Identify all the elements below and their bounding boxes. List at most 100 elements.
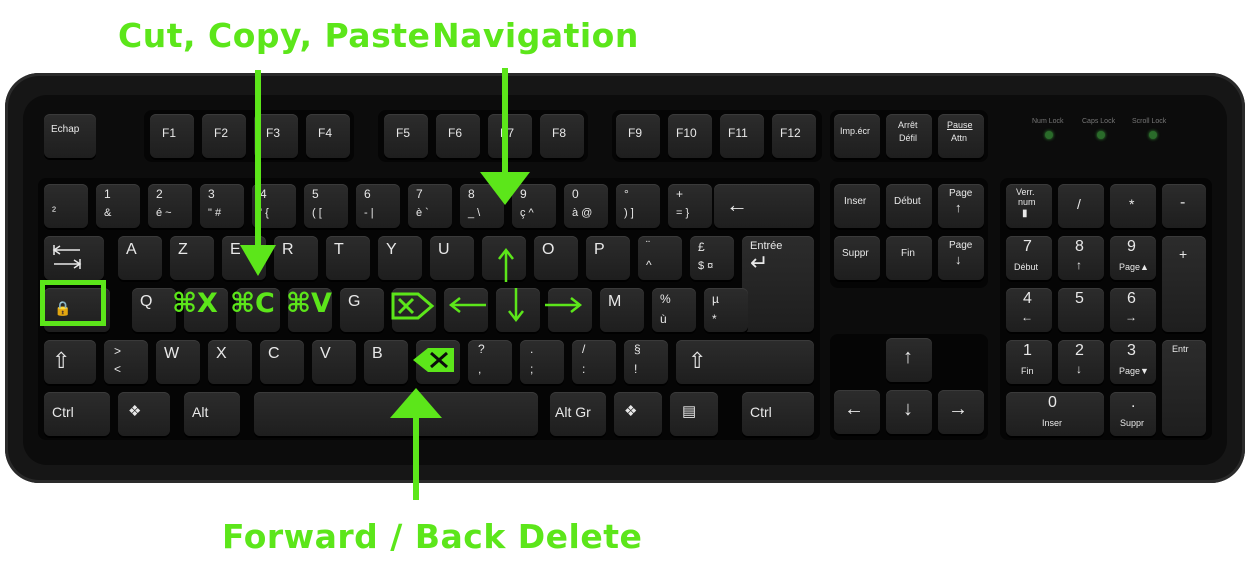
key-question[interactable]: ?, [468, 340, 512, 384]
key-caret[interactable]: ¨ ^ [638, 236, 682, 280]
key-insert[interactable]: Inser [834, 184, 880, 228]
key-windows-right[interactable]: ❖ [614, 392, 662, 436]
key-f11[interactable]: F11 [720, 114, 764, 158]
key-c[interactable]: C [260, 340, 304, 384]
key-tab[interactable] [44, 236, 104, 280]
key-number-9[interactable]: 9 ç ^ [512, 184, 556, 228]
key-w[interactable]: W [156, 340, 200, 384]
key-f5[interactable]: F5 [384, 114, 428, 158]
key-number-2[interactable]: 2 é ~ [148, 184, 192, 228]
key-y[interactable]: Y [378, 236, 422, 280]
key-num-lock[interactable]: Verr. num ▮ [1006, 184, 1052, 228]
key-i[interactable] [482, 236, 526, 280]
key-g[interactable]: G [340, 288, 384, 332]
key-end[interactable]: Fin [886, 236, 932, 280]
key-windows-left[interactable]: ❖ [118, 392, 170, 436]
key-f1[interactable]: F1 [150, 114, 194, 158]
key-superscript-2[interactable]: ² [44, 184, 88, 228]
key-home[interactable]: Début [886, 184, 932, 228]
key-j[interactable] [444, 288, 488, 332]
key-alt-gr[interactable]: Alt Gr [550, 392, 606, 436]
key-pound[interactable]: £ $ ¤ [690, 236, 734, 280]
key-r[interactable]: R [274, 236, 318, 280]
key-number-5[interactable]: 5 ( [ [304, 184, 348, 228]
key-num-4[interactable]: 4 ← [1006, 288, 1052, 332]
key-shift-right[interactable]: ⇧ [676, 340, 814, 384]
key-f6[interactable]: F6 [436, 114, 480, 158]
key-menu[interactable]: ▤ [670, 392, 718, 436]
key-num-3[interactable]: 3 Page▼ [1110, 340, 1156, 384]
key-period[interactable]: .; [520, 340, 564, 384]
key-num-8[interactable]: 8 ↑ [1058, 236, 1104, 280]
key-less-than[interactable]: > < [104, 340, 148, 384]
key-num-5[interactable]: 5 [1058, 288, 1104, 332]
key-backspace[interactable]: ← [714, 184, 814, 228]
key-v[interactable]: V [312, 340, 356, 384]
key-page-up[interactable]: Page ↑ [938, 184, 984, 228]
key-arrow-left[interactable]: ← [834, 390, 880, 434]
key-f2[interactable]: F2 [202, 114, 246, 158]
key-number-4[interactable]: 4 ' { [252, 184, 296, 228]
key-number-7[interactable]: 7 è ` [408, 184, 452, 228]
key-u[interactable]: U [430, 236, 474, 280]
key-q[interactable]: Q [132, 288, 176, 332]
key-k[interactable] [496, 288, 540, 332]
key-arrow-up[interactable]: ↑ [886, 338, 932, 382]
key-esc[interactable]: Echap [44, 114, 96, 158]
key-space[interactable] [254, 392, 538, 436]
key-number-3[interactable]: 3 " # [200, 184, 244, 228]
key-number-10[interactable]: 0 à @ [564, 184, 608, 228]
key-num-star[interactable]: * [1110, 184, 1156, 228]
key-number-8[interactable]: 8 _ \ [460, 184, 504, 228]
key-n[interactable] [416, 340, 460, 384]
key-f8[interactable]: F8 [540, 114, 584, 158]
key-num-slash[interactable]: / [1058, 184, 1104, 228]
key-num-minus[interactable]: - [1162, 184, 1206, 228]
key-t[interactable]: T [326, 236, 370, 280]
key-num-dot[interactable]: . Suppr [1110, 392, 1156, 436]
key-l[interactable] [548, 288, 592, 332]
key-z[interactable]: Z [170, 236, 214, 280]
key-number-6[interactable]: 6 - | [356, 184, 400, 228]
key-f12[interactable]: F12 [772, 114, 816, 158]
key-shift-left[interactable]: ⇧ [44, 340, 96, 384]
key-num-1[interactable]: 1 Fin [1006, 340, 1052, 384]
key-o[interactable]: O [534, 236, 578, 280]
key-page-down[interactable]: Page ↓ [938, 236, 984, 280]
key-num-9[interactable]: 9 Page▲ [1110, 236, 1156, 280]
key-pause[interactable]: Pause Attn [938, 114, 984, 158]
key-m[interactable]: M [600, 288, 644, 332]
key-num-enter[interactable]: Entr [1162, 340, 1206, 436]
key-x[interactable]: X [208, 340, 252, 384]
key-h[interactable] [392, 288, 436, 332]
key-section[interactable]: §! [624, 340, 668, 384]
key-ctrl-left[interactable]: Ctrl [44, 392, 110, 436]
key-slash[interactable]: /: [572, 340, 616, 384]
key-f10[interactable]: F10 [668, 114, 712, 158]
key-num-plus[interactable]: + [1162, 236, 1206, 332]
key-delete[interactable]: Suppr [834, 236, 880, 280]
key-number-1[interactable]: 1 & [96, 184, 140, 228]
key-f9[interactable]: F9 [616, 114, 660, 158]
key-p[interactable]: P [586, 236, 630, 280]
key-num-7[interactable]: 7 Début [1006, 236, 1052, 280]
key-number-11[interactable]: °) ] [616, 184, 660, 228]
key-f3[interactable]: F3 [254, 114, 298, 158]
key-num-2[interactable]: 2 ↓ [1058, 340, 1104, 384]
key-arrow-right[interactable]: → [938, 390, 984, 434]
key-alt[interactable]: Alt [184, 392, 240, 436]
key-percent[interactable]: % ù [652, 288, 696, 332]
key-num-0[interactable]: 0 Inser [1006, 392, 1104, 436]
key-arrow-down[interactable]: ↓ [886, 390, 932, 434]
key-f4[interactable]: F4 [306, 114, 350, 158]
key-num-6[interactable]: 6 → [1110, 288, 1156, 332]
key-print-screen[interactable]: Imp.écr [834, 114, 880, 158]
key-scroll-lock[interactable]: Arrêt Défil [886, 114, 932, 158]
key-number-12[interactable]: + = } [668, 184, 712, 228]
key-ctrl-right[interactable]: Ctrl [742, 392, 814, 436]
key-b[interactable]: B [364, 340, 408, 384]
key-enter[interactable]: Entrée ↵ [742, 236, 814, 332]
key-a[interactable]: A [118, 236, 162, 280]
key-e[interactable]: E [222, 236, 266, 280]
key-mu[interactable]: µ * [704, 288, 748, 332]
